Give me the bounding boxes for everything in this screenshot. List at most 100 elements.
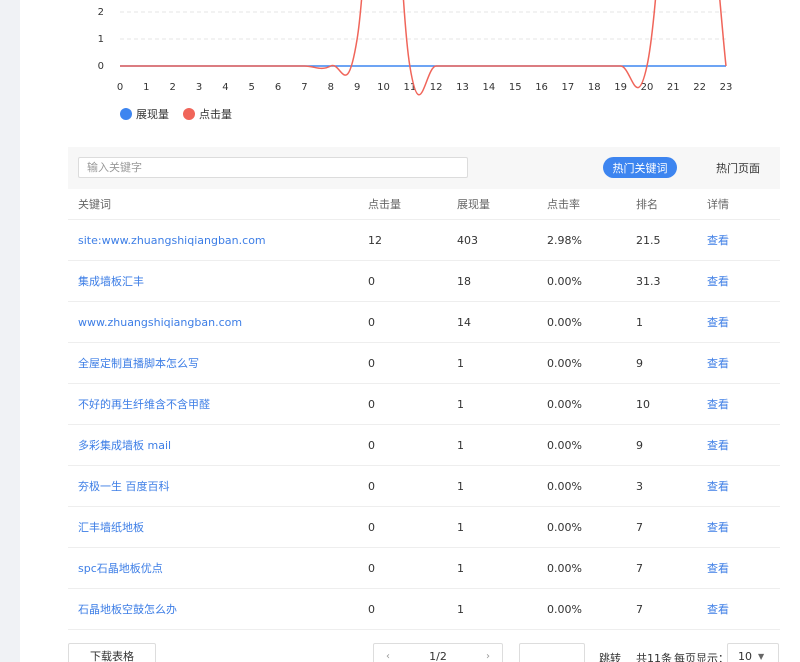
cell-detail-link[interactable]: 查看 [707, 519, 780, 535]
legend-label-impressions: 展现量 [136, 108, 169, 121]
x-tick-label: 14 [483, 82, 496, 93]
x-tick-label: 7 [301, 82, 307, 93]
cell-detail-link[interactable]: 查看 [707, 437, 780, 453]
cell-ctr: 0.00% [547, 438, 582, 452]
cell-keyword[interactable]: spc石晶地板优点 [68, 560, 368, 576]
cell-clicks: 0 [368, 397, 375, 411]
cell-impressions: 14 [457, 315, 471, 329]
x-tick-label: 21 [667, 82, 680, 93]
next-page-icon[interactable]: › [486, 651, 490, 662]
cell-rank: 3 [636, 479, 643, 493]
table-row: 夯极一生 百度百科 0 1 0.00% 3 查看 [68, 466, 780, 507]
keyword-search-input[interactable] [78, 157, 468, 178]
cell-impressions: 1 [457, 438, 464, 452]
cell-keyword[interactable]: www.zhuangshiqiangban.com [68, 316, 368, 329]
cell-detail-link[interactable]: 查看 [707, 314, 780, 330]
cell-ctr: 2.98% [547, 233, 582, 247]
chart-legend: 展现量 点击量 [120, 106, 246, 122]
cell-detail-link[interactable]: 查看 [707, 355, 780, 371]
tab-hot-keywords[interactable]: 热门关键词 [603, 157, 677, 178]
cell-clicks: 0 [368, 356, 375, 370]
keyword-toolbar: 热门关键词 热门页面 [68, 147, 780, 189]
x-tick-label: 1 [143, 82, 149, 93]
cell-ctr: 0.00% [547, 602, 582, 616]
cell-rank: 1 [636, 315, 643, 329]
keyword-table: 关键词 点击量 展现量 点击率 排名 详情 site:www.zhuangshi… [68, 189, 780, 630]
cell-keyword[interactable]: 全屋定制直播脚本怎么写 [68, 355, 368, 371]
cell-ctr: 0.00% [547, 274, 582, 288]
cell-clicks: 12 [368, 233, 382, 247]
x-tick-label: 23 [720, 82, 733, 93]
table-header: 关键词 点击量 展现量 点击率 排名 详情 [68, 189, 780, 220]
cell-keyword[interactable]: 夯极一生 百度百科 [68, 478, 368, 494]
cell-detail-link[interactable]: 查看 [707, 560, 780, 576]
x-tick-label: 8 [328, 82, 334, 93]
x-tick-label: 10 [377, 82, 390, 93]
cell-keyword[interactable]: 汇丰墙纸地板 [68, 519, 368, 535]
cell-detail-link[interactable]: 查看 [707, 396, 780, 412]
cell-rank: 7 [636, 520, 643, 534]
cell-keyword[interactable]: 多彩集成墙板 mail [68, 437, 368, 453]
jump-button[interactable]: 跳转 [599, 650, 621, 662]
cell-ctr: 0.00% [547, 356, 582, 370]
prev-page-icon[interactable]: ‹ [386, 651, 390, 662]
tab-hot-pages[interactable]: 热门页面 [708, 157, 768, 178]
header-clicks: 点击量 [368, 198, 401, 211]
table-row: 石晶地板空鼓怎么办 0 1 0.00% 7 查看 [68, 589, 780, 630]
cell-keyword[interactable]: site:www.zhuangshiqiangban.com [68, 234, 368, 247]
cell-keyword[interactable]: 集成墙板汇丰 [68, 273, 368, 289]
table-row: 多彩集成墙板 mail 0 1 0.00% 9 查看 [68, 425, 780, 466]
cell-keyword[interactable]: 石晶地板空鼓怎么办 [68, 601, 368, 617]
per-page-select[interactable]: 10 ▼ [727, 643, 779, 662]
cell-impressions: 1 [457, 520, 464, 534]
header-detail: 详情 [707, 198, 729, 211]
x-tick-label: 2 [170, 82, 176, 93]
cell-detail-link[interactable]: 查看 [707, 232, 780, 248]
page-jump-input[interactable] [519, 643, 585, 662]
pagination: ‹ 1/2 › [373, 643, 503, 662]
header-rank: 排名 [636, 198, 658, 211]
chart-svg: 0120 1 2 3 4 5 6 7 8 9 10 11 12 13 14 15 16 17 18 19 20 21 22 2… [98, 0, 733, 96]
x-tick-label: 17 [562, 82, 575, 93]
cell-detail-link[interactable]: 查看 [707, 601, 780, 617]
table-row: 汇丰墙纸地板 0 1 0.00% 7 查看 [68, 507, 780, 548]
x-tick-label: 13 [456, 82, 469, 93]
cell-rank: 21.5 [636, 233, 661, 247]
per-page-label: 每页显示： [674, 652, 729, 662]
legend-item-impressions[interactable]: 展现量 [120, 106, 169, 122]
cell-keyword[interactable]: 不好的再生纤维含不含甲醛 [68, 396, 368, 412]
cell-detail-link[interactable]: 查看 [707, 273, 780, 289]
x-tick-label: 12 [430, 82, 443, 93]
cell-clicks: 0 [368, 561, 375, 575]
y-tick-label: 1 [98, 34, 104, 45]
cell-clicks: 0 [368, 315, 375, 329]
table-row: 集成墙板汇丰 0 18 0.00% 31.3 查看 [68, 261, 780, 302]
table-row: site:www.zhuangshiqiangban.com 12 403 2.98%… [68, 220, 780, 261]
legend-label-clicks: 点击量 [199, 108, 232, 121]
download-table-button[interactable]: 下载表格 [68, 643, 156, 662]
cell-ctr: 0.00% [547, 561, 582, 575]
per-page-value: 10 [738, 649, 752, 662]
cell-ctr: 0.00% [547, 479, 582, 493]
table-footer: 下载表格 ‹ 1/2 › 跳转 共11条 每页显示： 10 ▼ [68, 643, 788, 662]
cell-detail-link[interactable]: 查看 [707, 478, 780, 494]
legend-item-clicks[interactable]: 点击量 [183, 106, 232, 122]
cell-impressions: 1 [457, 397, 464, 411]
cell-clicks: 0 [368, 602, 375, 616]
hourly-line-chart: 0 1 2 0 1 2 3 4 5 6 7 8 9 10 11 12 13 14 15 16 17 18 19 20 21 22 2… [20, 0, 800, 140]
legend-dot-impressions [120, 108, 132, 120]
x-tick-label: 18 [588, 82, 601, 93]
cell-ctr: 0.00% [547, 315, 582, 329]
y-tick-label: 0 [98, 61, 104, 72]
header-ctr: 点击率 [547, 198, 580, 211]
x-tick-label: 15 [509, 82, 522, 93]
cell-ctr: 0.00% [547, 520, 582, 534]
x-tick-label: 3 [196, 82, 202, 93]
table-row: spc石晶地板优点 0 1 0.00% 7 查看 [68, 548, 780, 589]
cell-impressions: 1 [457, 602, 464, 616]
page-indicator: 1/2 [429, 649, 447, 662]
x-tick-label: 20 [641, 82, 654, 93]
table-row: www.zhuangshiqiangban.com 0 14 0.00% 1 查看 [68, 302, 780, 343]
x-tick-label: 5 [249, 82, 255, 93]
cell-impressions: 403 [457, 233, 478, 247]
